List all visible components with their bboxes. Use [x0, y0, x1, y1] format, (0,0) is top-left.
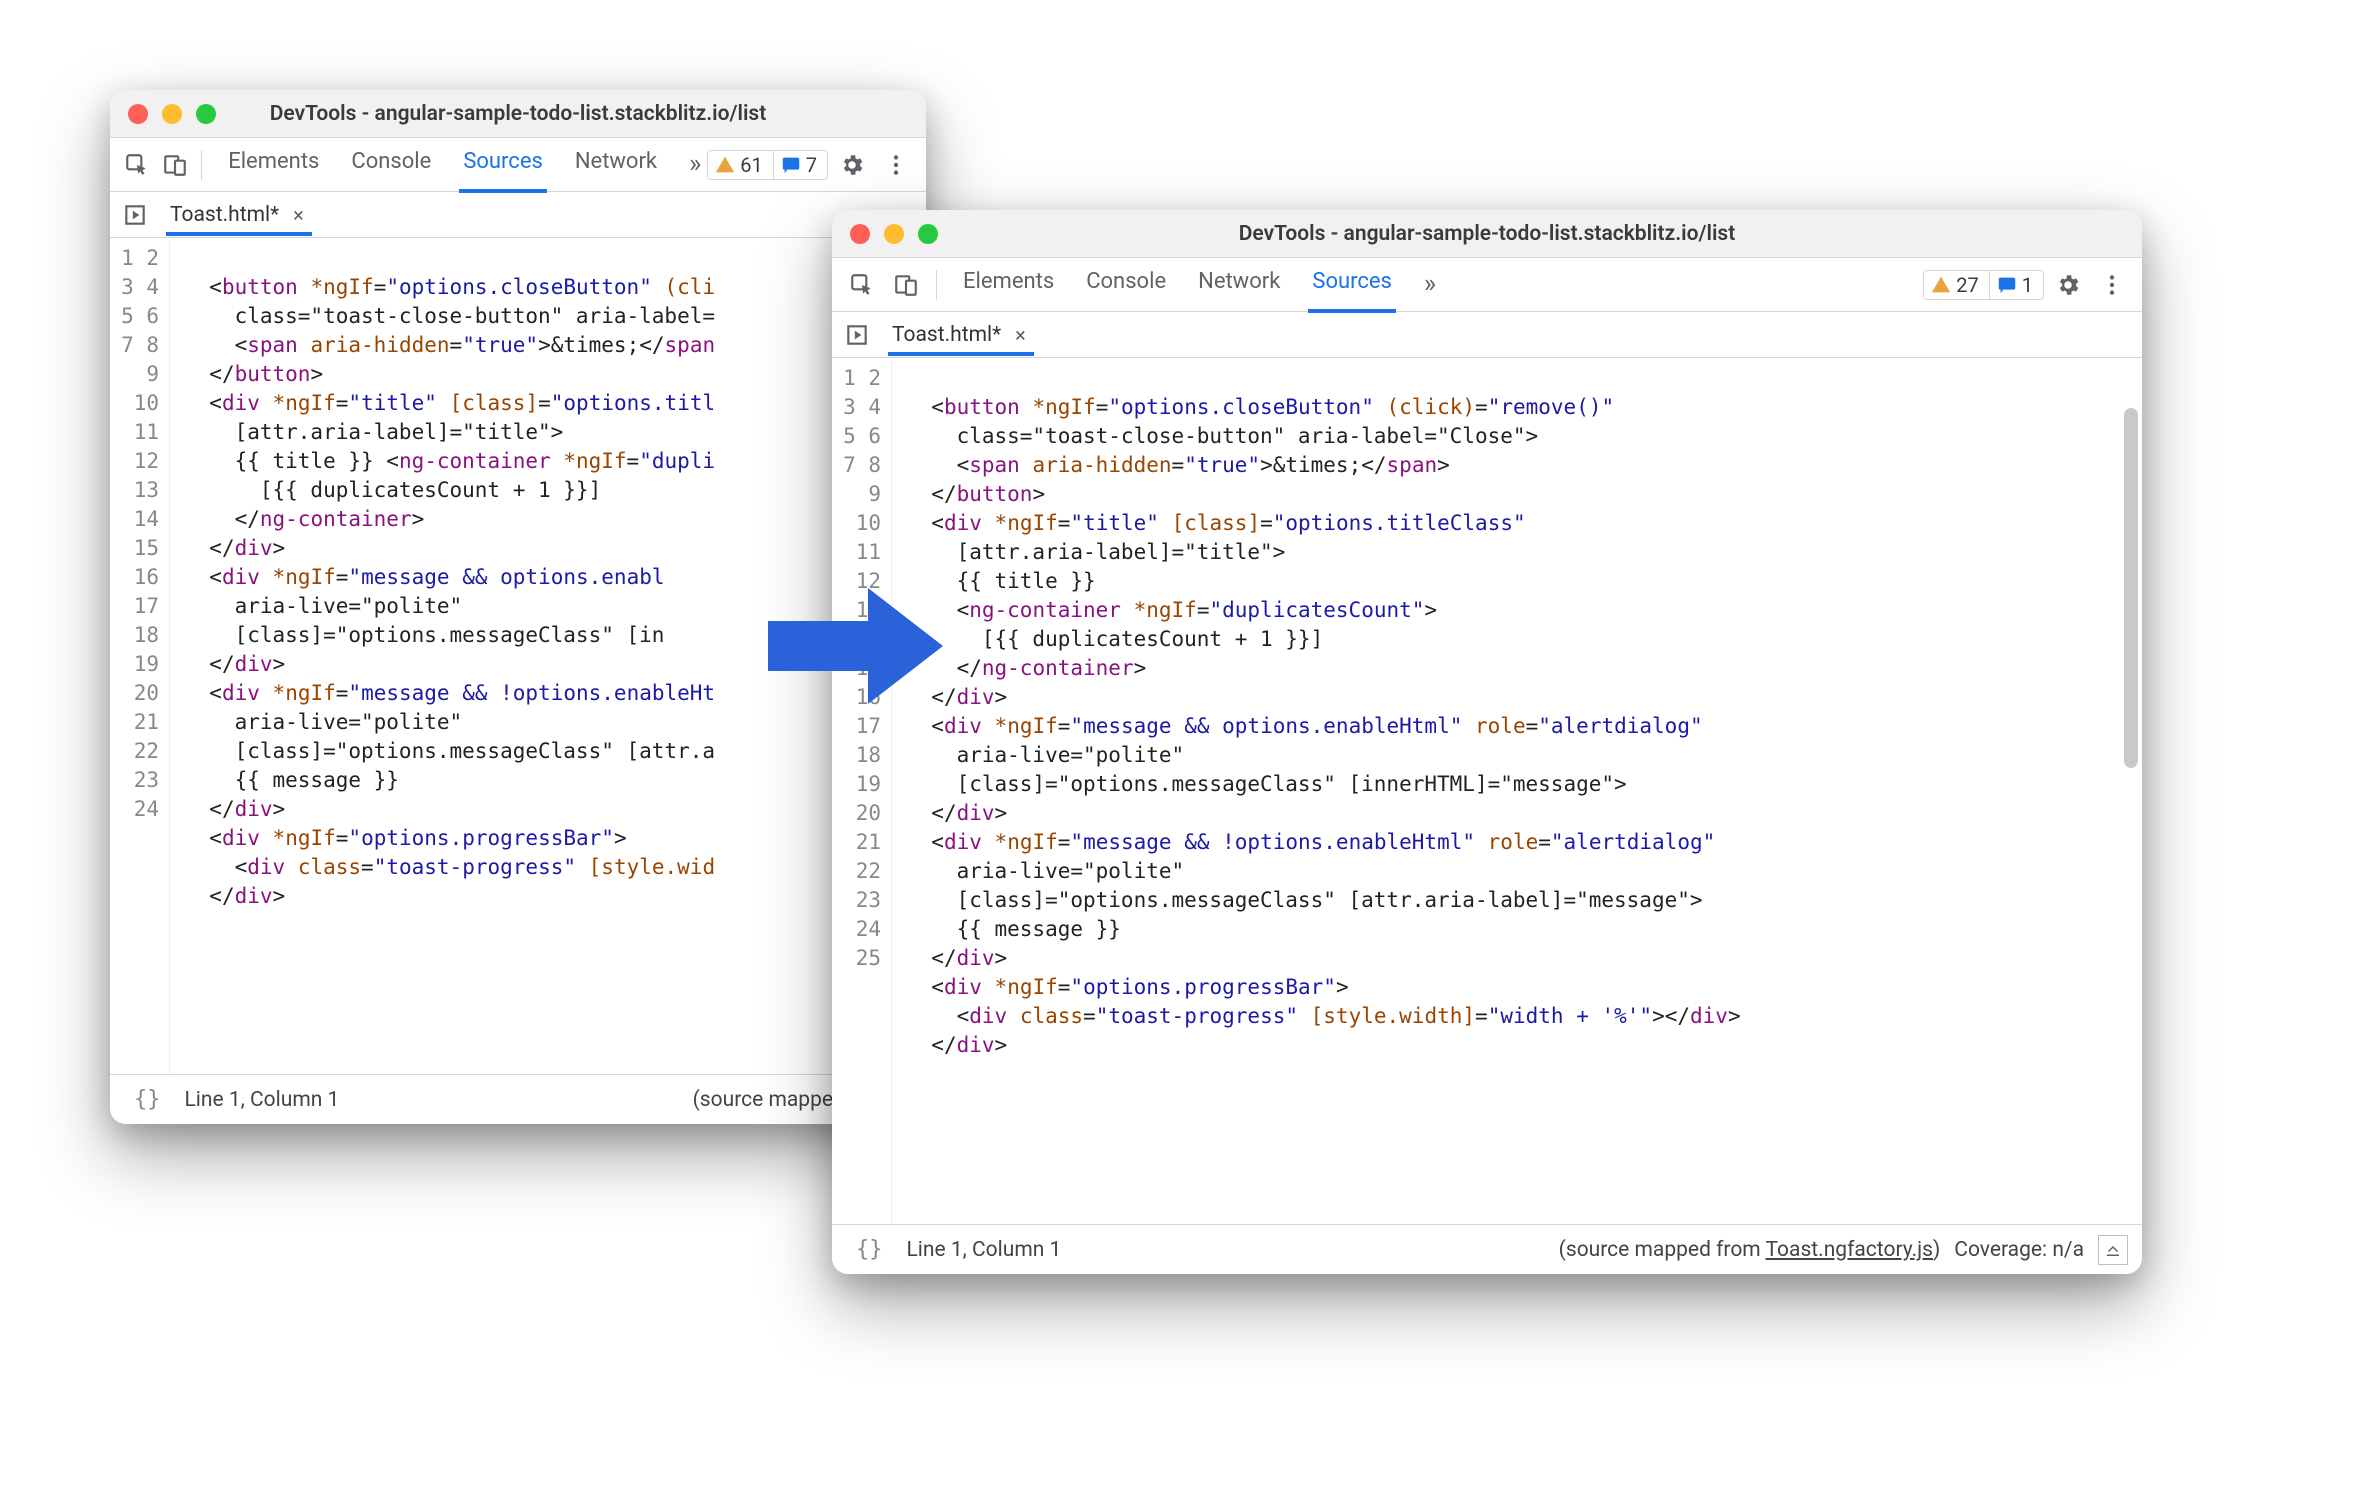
status-bar: {} Line 1, Column 1 (source mapped from … [832, 1224, 2142, 1274]
file-tab-toast[interactable]: Toast.html* × [880, 317, 1042, 353]
separator [936, 270, 937, 300]
coverage-label: Coverage: n/a [1954, 1238, 2084, 1262]
code-editor[interactable]: 1 2 3 4 5 6 7 8 9 10 11 12 13 14 15 16 1… [832, 358, 2142, 1224]
panel-tabs: Elements Console Sources Network » [226, 139, 703, 191]
warnings-badge[interactable]: 27 [1924, 271, 1988, 299]
main-toolbar: Elements Console Sources Network » 61 7 [110, 138, 926, 192]
source-map-link[interactable]: Toast.ngfactory.js [1766, 1238, 1933, 1262]
tab-elements[interactable]: Elements [961, 259, 1056, 311]
tab-overflow[interactable]: » [687, 139, 703, 191]
device-toolbar-icon[interactable] [886, 265, 926, 305]
kebab-menu-icon[interactable] [876, 145, 916, 185]
tab-network[interactable]: Network [573, 139, 659, 191]
collapse-drawer-icon[interactable] [2098, 1235, 2128, 1265]
file-tabbar: Toast.html* × [110, 192, 926, 238]
vertical-scrollbar[interactable] [2124, 408, 2138, 768]
window-title: DevTools - angular-sample-todo-list.stac… [110, 102, 926, 126]
tab-elements[interactable]: Elements [226, 139, 321, 191]
show-navigator-icon[interactable] [840, 315, 874, 355]
line-gutter: 1 2 3 4 5 6 7 8 9 10 11 12 13 14 15 16 1… [832, 358, 892, 1224]
file-tab-toast[interactable]: Toast.html* × [158, 197, 320, 233]
cursor-position: Line 1, Column 1 [185, 1088, 340, 1112]
close-window-button[interactable] [850, 224, 870, 244]
titlebar[interactable]: DevTools - angular-sample-todo-list.stac… [110, 90, 926, 138]
close-tab-icon[interactable]: × [289, 203, 308, 227]
tab-overflow[interactable]: » [1422, 259, 1438, 311]
tab-sources[interactable]: Sources [1310, 259, 1394, 311]
separator [201, 150, 202, 180]
status-bar: {} Line 1, Column 1 (source mapped from … [110, 1074, 926, 1124]
messages-badge[interactable]: 1 [1989, 271, 2043, 299]
tab-sources[interactable]: Sources [461, 139, 545, 191]
panel-tabs: Elements Console Network Sources » [961, 259, 1438, 311]
code-content[interactable]: <button *ngIf="options.closeButton" (cli… [892, 358, 2142, 1224]
show-navigator-icon[interactable] [118, 195, 152, 235]
close-tab-icon[interactable]: × [1011, 323, 1030, 347]
file-tab-label: Toast.html* [170, 203, 279, 227]
settings-gear-icon[interactable] [2048, 265, 2088, 305]
cursor-position: Line 1, Column 1 [907, 1238, 1062, 1262]
zoom-window-button[interactable] [196, 104, 216, 124]
tab-console[interactable]: Console [349, 139, 433, 191]
file-tabbar: Toast.html* × [832, 312, 2142, 358]
pretty-print-icon[interactable]: {} [846, 1237, 893, 1262]
window-title: DevTools - angular-sample-todo-list.stac… [832, 222, 2142, 246]
tab-network[interactable]: Network [1196, 259, 1282, 311]
source-mapped-label: (source mapped from Toast.ngfactory.js) [1559, 1238, 1941, 1262]
minimize-window-button[interactable] [884, 224, 904, 244]
main-toolbar: Elements Console Network Sources » 27 1 [832, 258, 2142, 312]
issues-badges[interactable]: 61 7 [707, 150, 828, 180]
zoom-window-button[interactable] [918, 224, 938, 244]
devtools-window-right: DevTools - angular-sample-todo-list.stac… [832, 210, 2142, 1274]
traffic-lights [850, 224, 938, 244]
minimize-window-button[interactable] [162, 104, 182, 124]
line-gutter: 1 2 3 4 5 6 7 8 9 10 11 12 13 14 15 16 1… [110, 238, 170, 1074]
warnings-badge[interactable]: 61 [708, 151, 772, 179]
messages-badge[interactable]: 7 [773, 151, 827, 179]
close-window-button[interactable] [128, 104, 148, 124]
traffic-lights [128, 104, 216, 124]
inspect-element-icon[interactable] [120, 145, 154, 185]
kebab-menu-icon[interactable] [2092, 265, 2132, 305]
inspect-element-icon[interactable] [842, 265, 882, 305]
pretty-print-icon[interactable]: {} [124, 1087, 171, 1112]
file-tab-label: Toast.html* [892, 323, 1001, 347]
tab-console[interactable]: Console [1084, 259, 1168, 311]
transition-arrow-icon [758, 576, 948, 716]
titlebar[interactable]: DevTools - angular-sample-todo-list.stac… [832, 210, 2142, 258]
device-toolbar-icon[interactable] [158, 145, 192, 185]
issues-badges[interactable]: 27 1 [1923, 270, 2044, 300]
settings-gear-icon[interactable] [832, 145, 872, 185]
